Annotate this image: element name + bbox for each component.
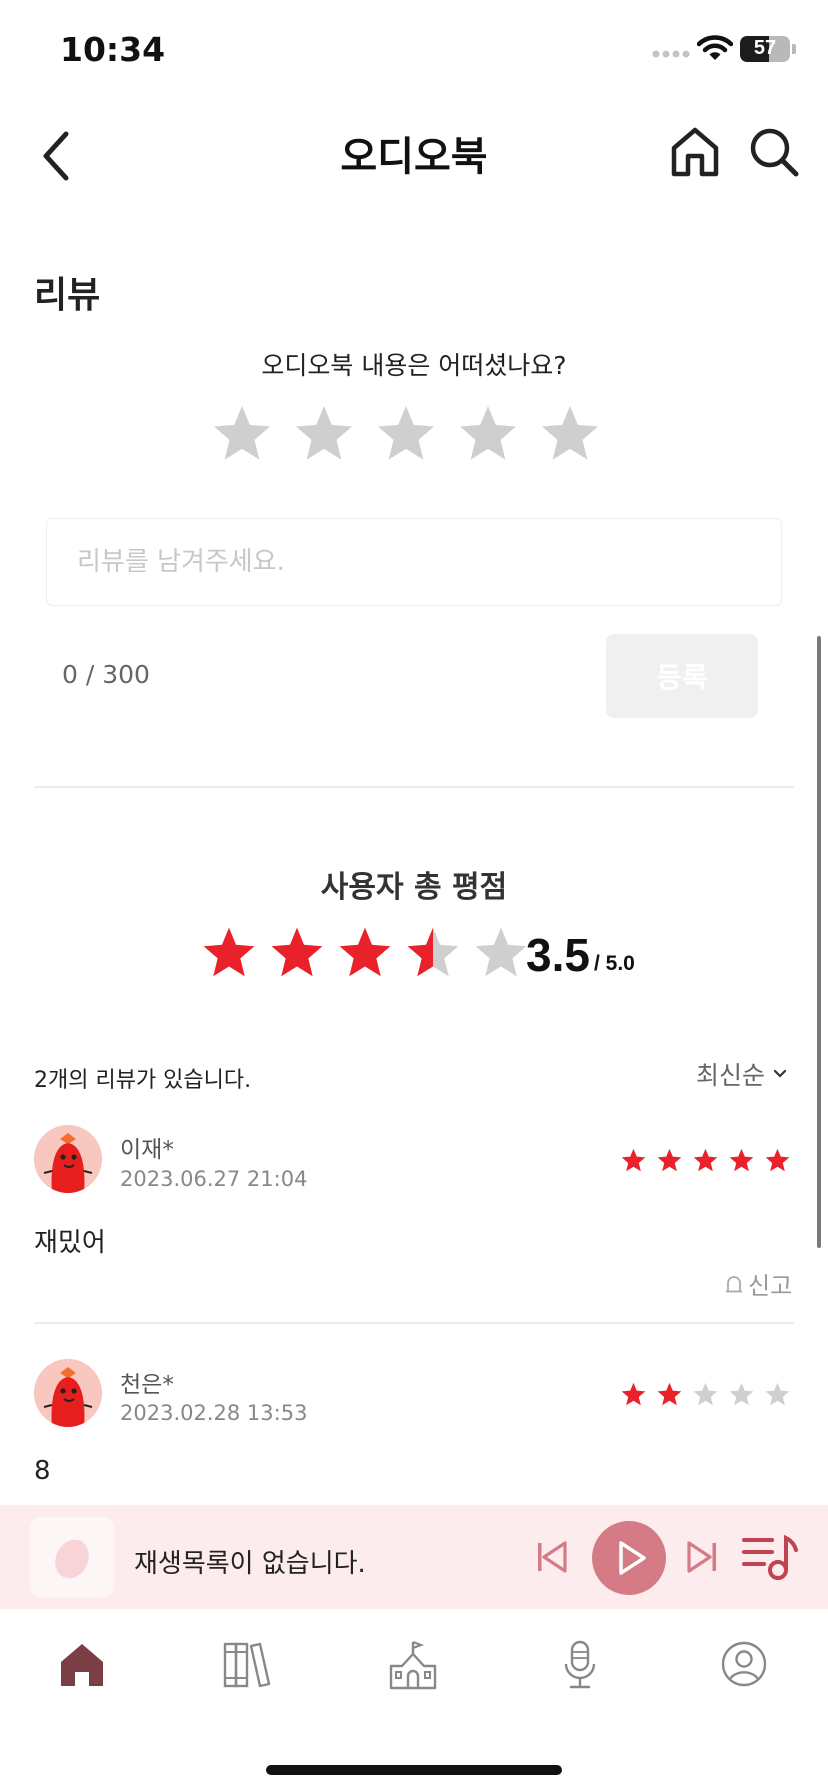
review-star-icon-4 — [728, 1147, 755, 1174]
char-counter: 0 / 300 — [62, 660, 150, 689]
sort-label: 최신순 — [696, 1061, 766, 1090]
mascot-thumbnail-icon — [55, 1539, 89, 1579]
summary-star-icon-4 — [404, 924, 462, 982]
mascot-avatar-icon — [34, 1359, 102, 1427]
review-star-icon-1 — [620, 1381, 647, 1408]
rating-input-stars[interactable] — [210, 402, 602, 466]
review-star-icon-2 — [656, 1147, 683, 1174]
playlist-icon — [742, 1534, 798, 1580]
battery-level: 57 — [753, 37, 777, 59]
home-button[interactable] — [670, 126, 720, 178]
review-divider — [34, 1322, 794, 1324]
cellular-signal-icon — [652, 50, 690, 58]
sort-dropdown[interactable]: 최신순 — [696, 1056, 787, 1092]
playlist-button[interactable] — [742, 1532, 798, 1582]
section-title-review: 리뷰 — [34, 275, 101, 316]
rating-star-icon-1[interactable] — [210, 402, 274, 466]
rating-max: / 5.0 — [594, 952, 635, 975]
home-icon — [671, 127, 719, 177]
review-star-icon-3 — [692, 1381, 719, 1408]
skip-previous-icon — [538, 1541, 567, 1573]
review-rating-stars — [620, 1147, 791, 1174]
wifi-icon — [697, 35, 733, 61]
review-rating-stars — [620, 1381, 791, 1408]
rating-star-icon-5[interactable] — [538, 402, 602, 466]
section-divider — [34, 786, 794, 788]
report-label: 신고 — [748, 1272, 793, 1300]
player-status-text: 재생목록이 없습니다. — [134, 1549, 366, 1579]
play-button[interactable] — [592, 1521, 666, 1595]
review-star-icon-5 — [764, 1147, 791, 1174]
submit-review-button[interactable]: 등록 — [606, 634, 758, 718]
review-date: 2023.02.28 13:53 — [120, 1401, 308, 1425]
books-icon — [223, 1642, 271, 1688]
tab-home[interactable] — [58, 1640, 106, 1688]
avatar — [34, 1359, 102, 1427]
play-icon — [619, 1541, 646, 1575]
summary-star-icon-1 — [200, 924, 258, 982]
player-thumbnail — [30, 1517, 114, 1597]
school-icon — [389, 1640, 437, 1690]
report-button[interactable]: 신고 — [724, 1266, 792, 1301]
microphone-icon — [564, 1640, 596, 1689]
scrollbar[interactable] — [817, 636, 821, 1248]
tab-school[interactable] — [388, 1640, 438, 1690]
home-indicator — [266, 1765, 562, 1775]
summary-star-icon-3 — [336, 924, 394, 982]
review-star-icon-5 — [764, 1381, 791, 1408]
battery-tip — [792, 44, 796, 54]
review-count: 2개의 리뷰가 있습니다. — [34, 1068, 252, 1093]
rating-star-icon-2[interactable] — [292, 402, 356, 466]
rating-question: 오디오북 내용은 어떠셨나요? — [261, 351, 567, 380]
status-time: 10:34 — [60, 30, 166, 69]
review-text: 재밌어 — [34, 1228, 106, 1258]
next-track-button[interactable] — [686, 1540, 718, 1574]
review-text: 8 — [34, 1456, 51, 1486]
tab-audio[interactable] — [562, 1640, 598, 1690]
rating-summary-stars — [200, 924, 530, 982]
tab-profile[interactable] — [720, 1640, 768, 1688]
review-star-icon-3 — [692, 1147, 719, 1174]
search-button[interactable] — [748, 126, 800, 178]
review-star-icon-4 — [728, 1381, 755, 1408]
rating-summary-title: 사용자 총 평점 — [320, 870, 508, 905]
rating-star-icon-4[interactable] — [456, 402, 520, 466]
review-star-icon-1 — [620, 1147, 647, 1174]
review-user-name: 이재* — [120, 1137, 174, 1163]
rating-score: 3.5 — [526, 929, 590, 981]
search-icon — [750, 128, 799, 177]
tab-library[interactable] — [222, 1640, 272, 1688]
avatar — [34, 1125, 102, 1193]
battery-icon: 57 — [740, 36, 790, 62]
home-icon — [61, 1644, 103, 1686]
review-date: 2023.06.27 21:04 — [120, 1167, 308, 1191]
skip-next-icon — [687, 1541, 716, 1573]
siren-icon — [726, 1275, 742, 1292]
rating-star-icon-3[interactable] — [374, 402, 438, 466]
chevron-down-icon — [773, 1069, 787, 1078]
summary-star-icon-5 — [472, 924, 530, 982]
review-input[interactable] — [46, 518, 782, 606]
previous-track-button[interactable] — [536, 1540, 568, 1574]
review-star-icon-2 — [656, 1381, 683, 1408]
review-user-name: 천은* — [120, 1372, 174, 1398]
profile-icon — [721, 1641, 767, 1687]
summary-star-icon-2 — [268, 924, 326, 982]
mascot-avatar-icon — [34, 1125, 102, 1193]
